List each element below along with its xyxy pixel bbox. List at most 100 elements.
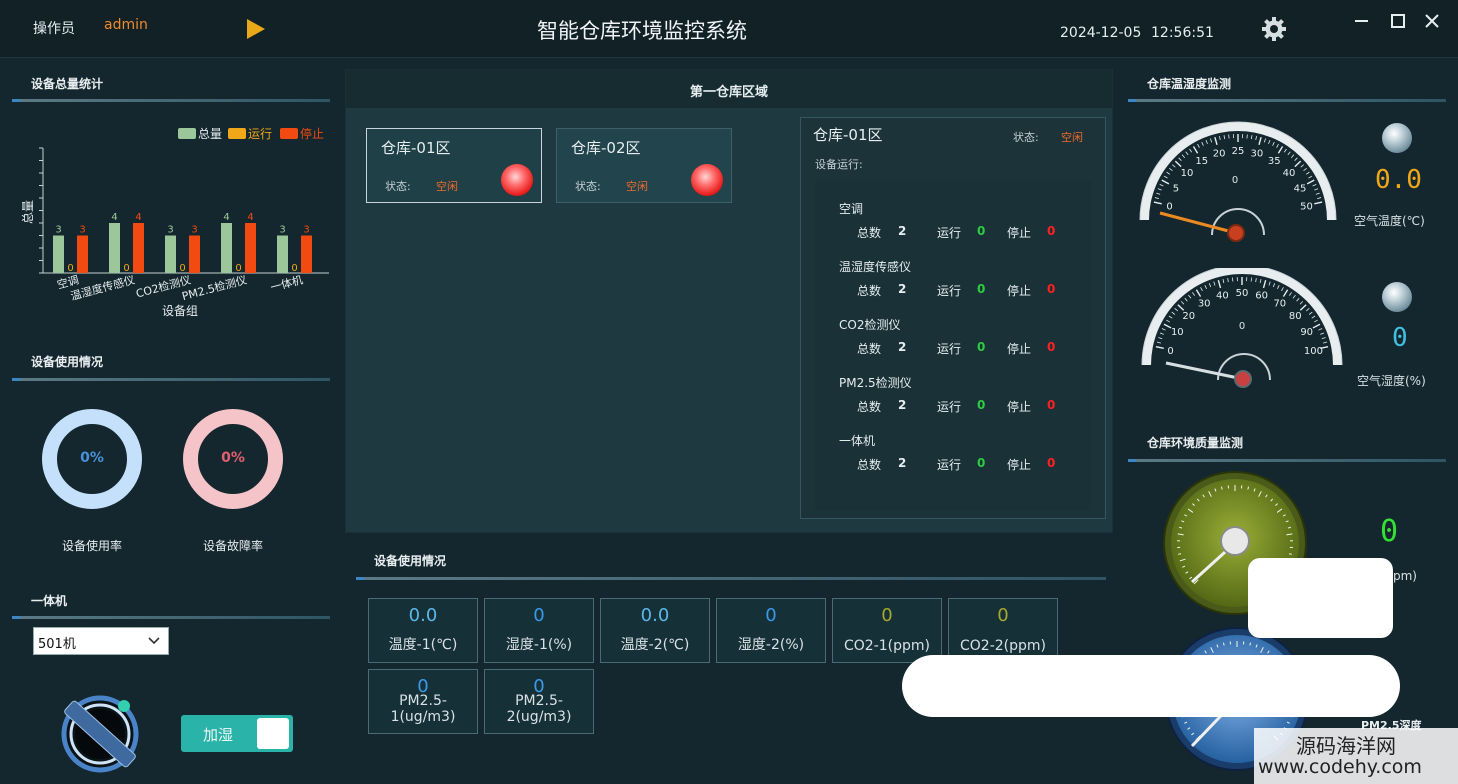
gauge-tick-label: 25: [1232, 146, 1245, 157]
zone-card-01[interactable]: 仓库-01区 状态: 空闲: [366, 128, 542, 203]
device-run-count: 0: [977, 398, 986, 412]
temp-led-label: 空气温度(℃): [1354, 214, 1425, 228]
minimize-icon[interactable]: [1355, 20, 1368, 22]
page-title: 智能仓库环境监控系统: [537, 19, 747, 43]
gear-icon[interactable]: [1261, 16, 1287, 42]
legend-swatch: [228, 128, 246, 139]
reading-value: 0: [533, 605, 545, 626]
chevron-down-icon: [148, 637, 160, 645]
env-title: 仓库环境质量监测: [1147, 436, 1244, 450]
close-icon[interactable]: [1425, 14, 1439, 28]
gauge-tick-label: 5: [1173, 184, 1179, 195]
device-run-count: 0: [977, 340, 986, 354]
gauge-tick-label: 10: [1181, 168, 1194, 179]
gauge-tick-label: 80: [1289, 311, 1302, 322]
reading-value: 0: [765, 605, 777, 626]
reading-label: CO2-1(ppm): [844, 638, 930, 654]
device-total-label: 总数: [857, 458, 882, 472]
watermark-url: www.codehy.com: [1258, 756, 1422, 778]
humidify-toggle[interactable]: 加湿: [181, 715, 293, 752]
device-name: 一体机: [839, 434, 876, 448]
zone-card-name: 仓库-02区: [571, 139, 641, 157]
reading-card: 0 湿度-2(%): [716, 598, 826, 663]
device-run-count: 0: [977, 456, 986, 470]
detail-run-label: 设备运行:: [815, 158, 863, 171]
bar-value-label: 3: [79, 225, 85, 236]
bar-停止: [189, 235, 200, 273]
device-total-label: 总数: [857, 284, 882, 298]
reading-value: 0.0: [640, 605, 670, 626]
dial-tick: [1220, 486, 1223, 490]
reading-label: 温度-1(℃): [388, 637, 458, 653]
device-total: 2: [898, 224, 907, 238]
zone-panel-title: 第一仓库区域: [689, 85, 768, 100]
hum-indicator-light: [1382, 282, 1412, 312]
co2-led-value: 0: [1380, 514, 1399, 549]
device-stop-label: 停止: [1007, 226, 1032, 240]
gauge-tick-label: 15: [1195, 156, 1208, 167]
reading-label: PM2.5-2(ug/m3): [506, 693, 572, 725]
zone-card-name: 仓库-01区: [381, 139, 451, 157]
bar-总量: [53, 235, 64, 273]
reading-value: 0: [997, 605, 1009, 626]
device-total: 2: [898, 340, 907, 354]
device-stop-label: 停止: [1007, 342, 1032, 356]
gauge-tick-label: 10: [1171, 327, 1184, 338]
detail-zone-name: 仓库-01区: [813, 126, 883, 144]
usage-title: 设备使用情况: [31, 355, 104, 369]
bar-value-label: 3: [191, 225, 197, 236]
bar-value-label: 4: [111, 212, 117, 223]
title-bar: 操作员 admin 智能仓库环境监控系统 2024-12-05 12:56:51: [0, 0, 1458, 58]
bar-value-label: 0: [123, 263, 129, 274]
maximize-icon[interactable]: [1391, 14, 1405, 28]
device-row: 温湿度传感仪 总数 2 运行 0 停止 0: [815, 258, 1091, 308]
reading-card: 0 PM2.5-1(ug/m3): [368, 669, 478, 734]
zone-card-02[interactable]: 仓库-02区 状态: 空闲: [556, 128, 732, 203]
bar-value-label: 0: [179, 263, 185, 274]
device-row: 空调 总数 2 运行 0 停止 0: [815, 200, 1091, 250]
dial-tick: [1222, 642, 1225, 646]
zone-card-status-label: 状态:: [575, 180, 601, 193]
bar-value-label: 0: [291, 263, 297, 274]
aio-select[interactable]: 501机: [33, 627, 169, 655]
device-row: 一体机 总数 2 运行 0 停止 0: [815, 432, 1091, 482]
zone-panel: 第一仓库区域 仓库-01区 状态: 空闲 仓库-02区 状态: 空闲 仓库-01…: [345, 69, 1113, 533]
watermark: 源码海洋网 www.codehy.com: [1254, 728, 1458, 784]
x-axis-label: 设备组: [162, 304, 198, 318]
watermark-title: 源码海洋网: [1296, 734, 1396, 758]
bar-value-label: 4: [223, 212, 229, 223]
gauge-tick-label: 45: [1294, 184, 1307, 195]
bar-value-label: 3: [167, 225, 173, 236]
th-divider: [1128, 99, 1446, 102]
bar-value-label: 3: [303, 225, 309, 236]
hum-led-value: 0: [1392, 323, 1408, 353]
device-total-label: 总数: [857, 226, 882, 240]
reading-card: 0 CO2-1(ppm): [832, 598, 942, 663]
bar-value-label: 3: [55, 225, 61, 236]
reading-label: 温度-2(℃): [620, 637, 690, 653]
legend-swatch: [280, 128, 298, 139]
device-stop-label: 停止: [1007, 284, 1032, 298]
device-run-label: 运行: [937, 458, 962, 472]
reading-card: 0 CO2-2(ppm): [948, 598, 1058, 663]
zone-detail-panel: 仓库-01区 状态: 空闲 设备运行: 空调 总数 2 运行 0 停止 0 温湿度传感仪 总数 2…: [800, 117, 1106, 519]
gauge-tick-label: 100: [1304, 346, 1323, 357]
play-icon[interactable]: [246, 18, 266, 40]
device-run-count: 0: [977, 224, 986, 238]
gauge-tick-label: 0: [1167, 346, 1173, 357]
temp-indicator-light: [1382, 123, 1412, 153]
x-tick-label: PM2.5检测仪: [180, 272, 248, 303]
humidifier-dial-icon[interactable]: [58, 690, 142, 774]
device-bar-chart: 总量 运行 停止 总量 设备组 3 0 3 空调 4 0 4 温湿度传感仪 3 0 3 CO2检测仪 4 0 4 PM2…: [12, 108, 332, 328]
gauge-tick-label: 50: [1300, 201, 1313, 212]
bar-value-label: 4: [135, 212, 141, 223]
device-total: 2: [898, 398, 907, 412]
readings-title: 设备使用情况: [374, 554, 447, 568]
zone-card-status: 空闲: [626, 180, 648, 193]
th-title: 仓库温湿度监测: [1147, 77, 1232, 91]
overlay-blank-bar: [902, 655, 1400, 717]
operator-name: admin: [104, 17, 148, 33]
bar-总量: [165, 235, 176, 273]
device-stop-count: 0: [1047, 398, 1056, 412]
aio-select-value: 501机: [38, 637, 76, 652]
